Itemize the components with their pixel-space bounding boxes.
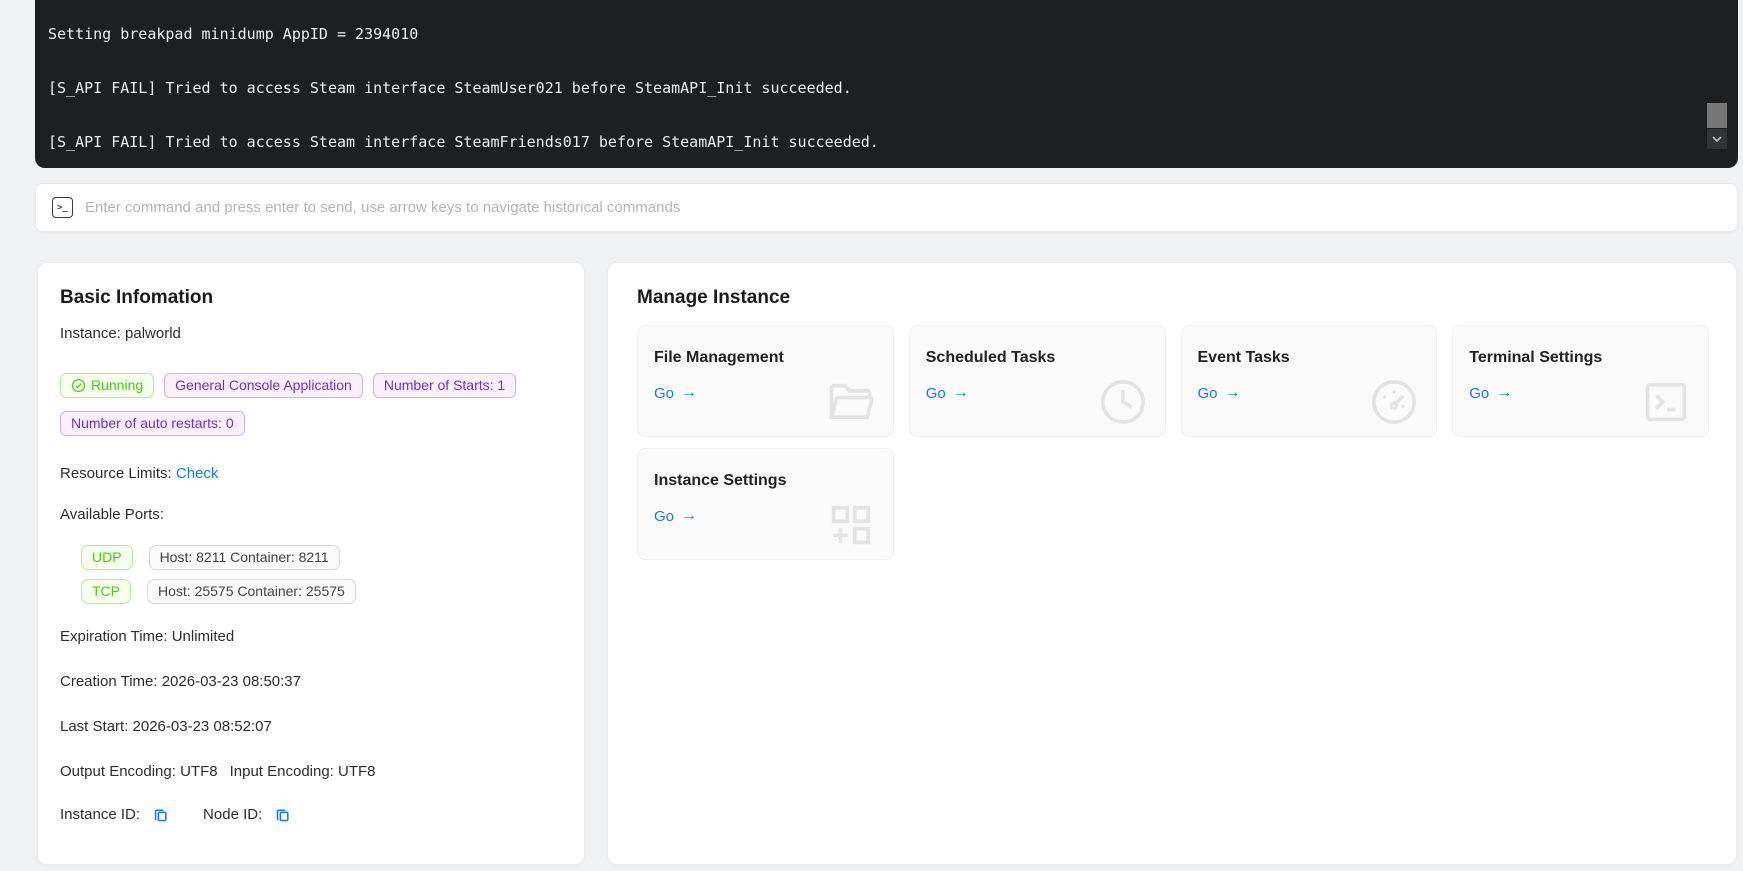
terminal-settings-title: Terminal Settings [1469,348,1692,368]
clock-icon [1097,376,1149,428]
udp-protocol-badge: UDP [81,545,133,570]
tcp-protocol-badge: TCP [81,579,131,604]
go-label: Go [654,508,674,525]
terminal-log: Setting breakpad minidump AppID = 239401… [48,0,1698,168]
manage-card-terminal-settings[interactable]: Terminal Settings Go → [1452,325,1709,437]
gauge-icon [1368,376,1420,428]
restart-tag-row: Number of auto restarts: 0 [60,411,562,436]
go-arrow-icon: → [681,507,697,525]
terminal-icon [1640,376,1692,428]
manage-instance-card: Manage Instance File Management Go → Sch… [607,262,1737,865]
node-id-label: Node ID: [203,804,262,825]
manage-card-grid: File Management Go → Scheduled Tasks Go … [637,325,1709,560]
event-tasks-go-link[interactable]: Go → [1198,384,1241,402]
instance-id-label: Instance ID: [60,804,140,825]
port-row-udp: UDP Host: 8211 Container: 8211 [81,545,562,570]
chevron-down-icon [1711,133,1723,145]
manage-instance-title: Manage Instance [637,285,1709,311]
scheduled-tasks-title: Scheduled Tasks [926,348,1149,368]
terminal-settings-go-link[interactable]: Go → [1469,384,1512,402]
terminal-scroll-down-button[interactable] [1707,129,1727,149]
last-start-line: Last Start: 2026-03-23 08:52:07 [60,716,562,737]
auto-restarts-badge: Number of auto restarts: 0 [60,411,245,436]
command-input-bar: >_ [35,183,1738,232]
terminal-output[interactable]: Setting breakpad minidump AppID = 239401… [35,0,1738,168]
terminal-scrollbar-thumb[interactable] [1707,103,1727,128]
terminal-line: [S_API FAIL] Tried to access Steam inter… [48,133,1698,151]
manage-card-file-management[interactable]: File Management Go → [637,325,894,437]
available-ports-label: Available Ports: [60,504,562,525]
resource-limits-label: Resource Limits: [60,465,172,482]
encoding-line: Output Encoding: UTF8 Input Encoding: UTF… [60,761,562,782]
check-circle-icon [71,378,86,393]
starts-count-badge: Number of Starts: 1 [373,373,516,398]
instance-settings-title: Instance Settings [654,471,877,491]
terminal-line: [S_API FAIL] Tried to access Steam inter… [48,79,1698,97]
port-row-tcp: TCP Host: 25575 Container: 25575 [81,579,562,604]
instance-name-line: Instance: palworld [60,323,562,344]
basic-information-card: Basic Infomation Instance: palworld Runn… [37,262,585,865]
folder-icon [825,376,877,428]
layout-add-icon [825,499,877,551]
manage-card-event-tasks[interactable]: Event Tasks Go → [1181,325,1438,437]
go-arrow-icon: → [681,384,697,402]
terminal-line: Setting breakpad minidump AppID = 239401… [48,25,1698,43]
file-management-title: File Management [654,348,877,368]
resource-limits-line: Resource Limits: Check [60,463,562,484]
go-label: Go [654,385,674,402]
creation-time-line: Creation Time: 2026-03-23 08:50:37 [60,671,562,692]
go-arrow-icon: → [953,384,969,402]
instance-type-badge: General Console Application [164,373,363,398]
status-tag-row: Running General Console Application Numb… [60,373,562,398]
ids-line: Instance ID: Node ID: [60,804,562,825]
input-encoding-label: Input Encoding: UTF8 [230,763,376,780]
file-management-go-link[interactable]: Go → [654,384,697,402]
go-arrow-icon: → [1496,384,1512,402]
manage-card-instance-settings[interactable]: Instance Settings Go → [637,448,894,560]
status-badge-label: Running [91,374,143,397]
status-badge: Running [60,373,154,398]
command-input[interactable] [85,199,1721,216]
output-encoding-label: Output Encoding: UTF8 [60,763,218,780]
basic-information-title: Basic Infomation [60,285,562,311]
go-label: Go [1469,385,1489,402]
manage-card-scheduled-tasks[interactable]: Scheduled Tasks Go → [909,325,1166,437]
udp-port-mapping: Host: 8211 Container: 8211 [149,545,340,570]
go-arrow-icon: → [1225,384,1241,402]
terminal-prompt-icon: >_ [52,197,73,218]
go-label: Go [1198,385,1218,402]
resource-limits-check-link[interactable]: Check [176,465,219,482]
instance-settings-go-link[interactable]: Go → [654,507,697,525]
copy-instance-id-icon[interactable] [152,806,169,823]
event-tasks-title: Event Tasks [1198,348,1421,368]
tcp-port-mapping: Host: 25575 Container: 25575 [147,579,356,604]
expiration-time-line: Expiration Time: Unlimited [60,626,562,647]
copy-node-id-icon[interactable] [274,806,291,823]
go-label: Go [926,385,946,402]
scheduled-tasks-go-link[interactable]: Go → [926,384,969,402]
